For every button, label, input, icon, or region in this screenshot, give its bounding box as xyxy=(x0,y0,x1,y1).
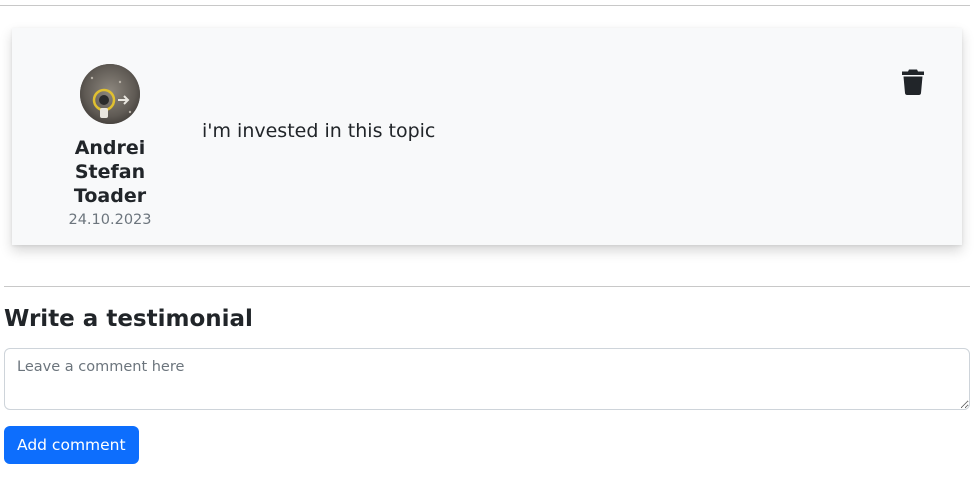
author-name: Andrei Stefan Toader xyxy=(73,137,147,207)
avatar xyxy=(80,64,140,124)
divider-top xyxy=(0,5,970,6)
comment-input[interactable] xyxy=(4,348,970,410)
add-comment-button[interactable]: Add comment xyxy=(4,426,139,464)
form-title: Write a testimonial xyxy=(4,306,253,332)
divider-middle xyxy=(4,286,970,287)
testimonial-text: i'm invested in this topic xyxy=(202,120,436,142)
testimonial-card: Andrei Stefan Toader 24.10.2023 i'm inve… xyxy=(12,28,962,245)
delete-button[interactable] xyxy=(900,68,926,96)
trash-icon xyxy=(902,69,924,95)
testimonial-author: Andrei Stefan Toader 24.10.2023 xyxy=(42,64,178,230)
testimonial-date: 24.10.2023 xyxy=(68,212,152,228)
page: Andrei Stefan Toader 24.10.2023 i'm inve… xyxy=(0,0,976,502)
